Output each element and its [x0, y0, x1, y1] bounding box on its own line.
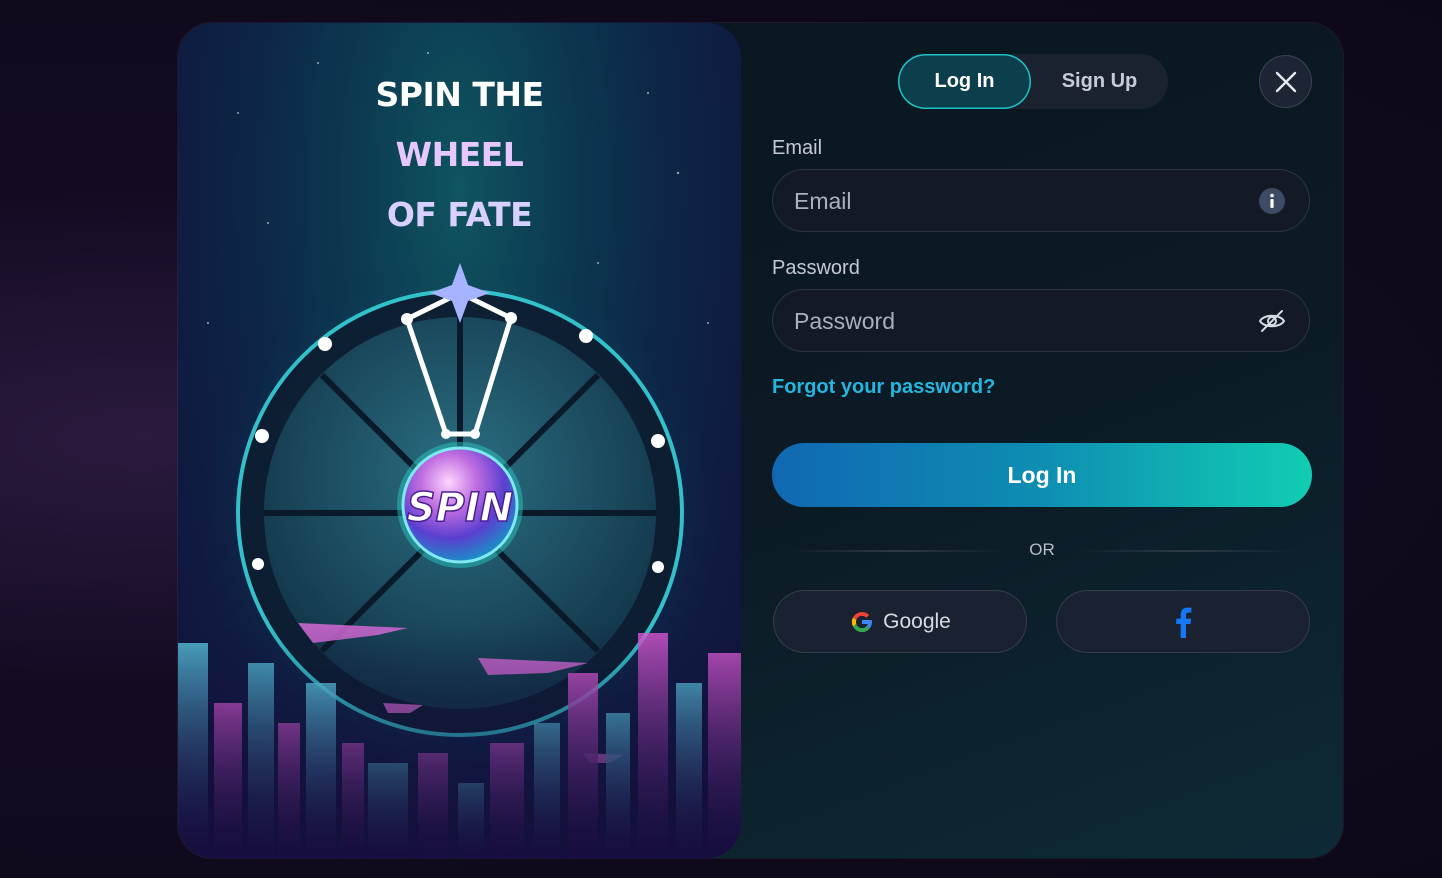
forgot-password-link[interactable]: Forgot your password? — [772, 376, 995, 399]
google-label: Google — [883, 609, 951, 633]
facebook-login-button[interactable] — [1056, 590, 1310, 653]
auth-tabs: Log In Sign Up — [898, 54, 1168, 109]
promo-title-line-2: WHEEL — [395, 135, 524, 174]
login-submit-button[interactable]: Log In — [772, 443, 1312, 507]
google-login-button[interactable]: Google — [773, 590, 1027, 653]
eye-off-icon[interactable] — [1258, 307, 1286, 335]
promo-title-line-1: SPIN THE — [375, 75, 544, 114]
promo-panel: SPIN SPIN THE WHEEL OF FATE — [178, 23, 741, 858]
divider-left — [787, 550, 1007, 552]
facebook-icon — [1176, 607, 1192, 638]
spin-label: SPIN — [407, 485, 513, 531]
close-icon — [1275, 71, 1296, 92]
password-field-wrapper — [772, 289, 1310, 354]
tab-login[interactable]: Log In — [898, 54, 1031, 109]
password-label: Password — [772, 257, 860, 279]
info-icon[interactable] — [1258, 187, 1286, 215]
email-field-wrapper — [772, 169, 1310, 234]
auth-form-panel: Log In Sign Up Email Password — [741, 23, 1343, 858]
divider-right — [1077, 550, 1297, 552]
email-input[interactable] — [792, 169, 1256, 234]
email-label: Email — [772, 137, 823, 159]
tab-signup[interactable]: Sign Up — [1031, 54, 1168, 109]
auth-modal: SPIN SPIN THE WHEEL OF FATE Log In Sign … — [178, 23, 1343, 858]
promo-title-line-3: OF FATE — [386, 195, 533, 234]
google-icon — [852, 611, 873, 632]
password-input[interactable] — [792, 289, 1256, 354]
or-divider-text: OR — [1029, 540, 1055, 559]
close-button[interactable] — [1259, 55, 1312, 108]
